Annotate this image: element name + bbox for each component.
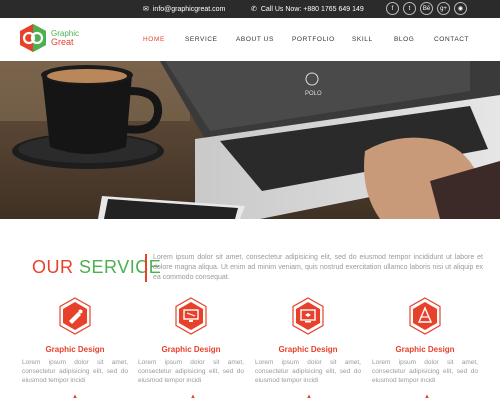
- email-text: info@graphicgreat.com: [152, 5, 226, 13]
- service-item-title: Graphic Design: [45, 345, 105, 354]
- laptop-label: POLO: [305, 91, 322, 97]
- hero-illustration: POLO: [0, 61, 500, 219]
- service-description: Lorem ipsum dolor sit amet, consectetur …: [153, 254, 483, 281]
- more-indicator: ▲: [72, 394, 78, 400]
- service-title-part2: SERVICE: [79, 257, 162, 277]
- header: Graphic Great HOME SERVICE ABOUT US PORT…: [0, 18, 500, 62]
- email-info[interactable]: ✉ info@graphicgreat.com: [143, 0, 225, 18]
- pen-tool-icon[interactable]: [408, 297, 442, 335]
- service-item-title: Graphic Design: [395, 345, 455, 354]
- nav-service[interactable]: SERVICE: [185, 36, 218, 43]
- service-title-part1: OUR: [32, 257, 74, 277]
- social-links: f t Bē g+ ◉: [386, 2, 467, 15]
- nav-blog[interactable]: BLOG: [394, 36, 414, 43]
- twitter-icon[interactable]: t: [403, 2, 416, 15]
- nav-skill[interactable]: SKILL: [352, 36, 373, 43]
- brush-icon[interactable]: [58, 297, 92, 335]
- google-plus-icon[interactable]: g+: [437, 2, 450, 15]
- monitor-icon[interactable]: [174, 297, 208, 335]
- nav-home[interactable]: HOME: [143, 36, 165, 43]
- facebook-icon[interactable]: f: [386, 2, 399, 15]
- service-item-text: Lorem ipsum dolor sit amet, consectetur …: [372, 359, 478, 384]
- screen-icon[interactable]: [291, 297, 325, 335]
- hero-image: POLO: [0, 61, 500, 219]
- logo-line-2: Great: [51, 37, 74, 47]
- service-item: Graphic Design Lorem ipsum dolor sit ame…: [138, 297, 244, 385]
- nav-contact[interactable]: CONTACT: [434, 36, 469, 43]
- service-item: Graphic Design Lorem ipsum dolor sit ame…: [372, 297, 478, 385]
- title-divider: [145, 254, 147, 282]
- more-indicator: ▲: [306, 394, 312, 400]
- service-item-title: Graphic Design: [161, 345, 221, 354]
- more-indicator: ▲: [424, 394, 430, 400]
- phone-info[interactable]: ✆ Call Us Now: +880 1765 649 149: [251, 0, 364, 18]
- service-heading: OUR SERVICE: [32, 257, 161, 278]
- dribbble-icon[interactable]: ◉: [454, 2, 467, 15]
- logo-mark-icon: [20, 24, 46, 52]
- service-item: Graphic Design Lorem ipsum dolor sit ame…: [22, 297, 128, 385]
- phone-icon: ✆: [251, 6, 257, 13]
- service-item-text: Lorem ipsum dolor sit amet, consectetur …: [255, 359, 361, 384]
- envelope-icon: ✉: [143, 6, 149, 13]
- top-bar: ✉ info@graphicgreat.com ✆ Call Us Now: +…: [0, 0, 500, 18]
- more-indicator: ▲: [190, 394, 196, 400]
- nav-portfolio[interactable]: PORTFOLIO: [292, 36, 335, 43]
- service-item: Graphic Design Lorem ipsum dolor sit ame…: [255, 297, 361, 385]
- service-item-text: Lorem ipsum dolor sit amet, consectetur …: [138, 359, 244, 384]
- logo[interactable]: Graphic Great: [18, 23, 79, 53]
- service-item-text: Lorem ipsum dolor sit amet, consectetur …: [22, 359, 128, 384]
- phone-text: Call Us Now: +880 1765 649 149: [260, 5, 364, 13]
- service-item-title: Graphic Design: [278, 345, 338, 354]
- behance-icon[interactable]: Bē: [420, 2, 433, 15]
- nav-about-us[interactable]: ABOUT US: [236, 36, 274, 43]
